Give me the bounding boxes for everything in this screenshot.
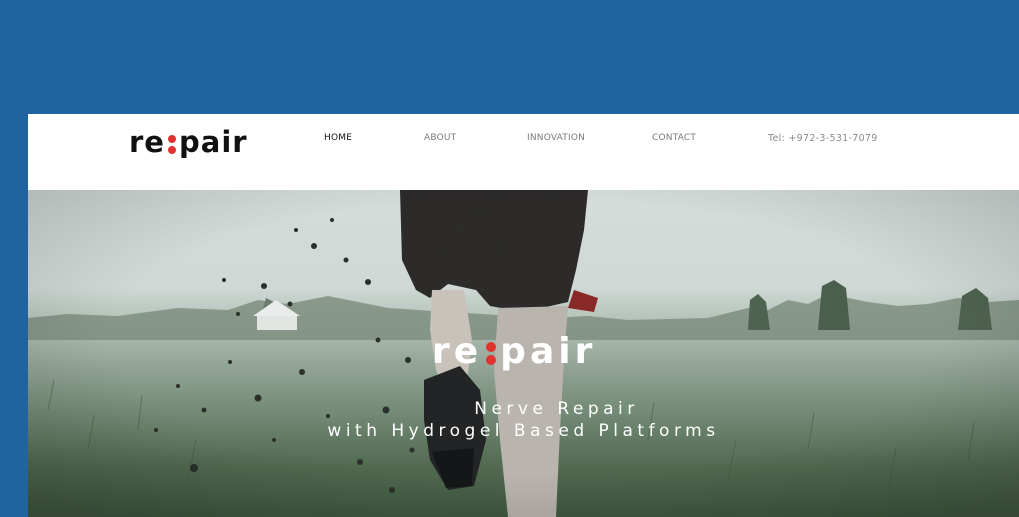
nav-innovation[interactable]: INNOVATION: [527, 133, 585, 143]
page-background: re pair HOME ABOUT INNOVATION CONTACT Tel…: [0, 0, 1019, 517]
hero-banner: re pair Nerve Repair with Hydrogel Based …: [28, 190, 1019, 517]
hero-subheadline: with Hydrogel Based Platforms: [327, 421, 720, 441]
logo-colon-icon: [167, 132, 177, 156]
site-logo[interactable]: re pair: [129, 122, 248, 162]
hero-logo-text-pair: pair: [500, 331, 597, 372]
nav-about[interactable]: ABOUT: [424, 133, 456, 143]
site-header: re pair HOME ABOUT INNOVATION CONTACT Tel…: [28, 114, 1019, 190]
nav-contact[interactable]: CONTACT: [652, 133, 696, 143]
hero-headline: Nerve Repair: [474, 399, 639, 419]
website-frame: re pair HOME ABOUT INNOVATION CONTACT Tel…: [28, 114, 1019, 517]
hero-logo-colon-icon: [485, 338, 497, 368]
logo-text-re: re: [129, 125, 165, 159]
logo-text-pair: pair: [178, 125, 248, 159]
phone-number[interactable]: Tel: +972-3-531-7079: [768, 133, 878, 144]
nav-home[interactable]: HOME: [324, 133, 352, 143]
hero-logo: re pair: [432, 330, 596, 374]
hero-logo-text-re: re: [432, 331, 483, 372]
